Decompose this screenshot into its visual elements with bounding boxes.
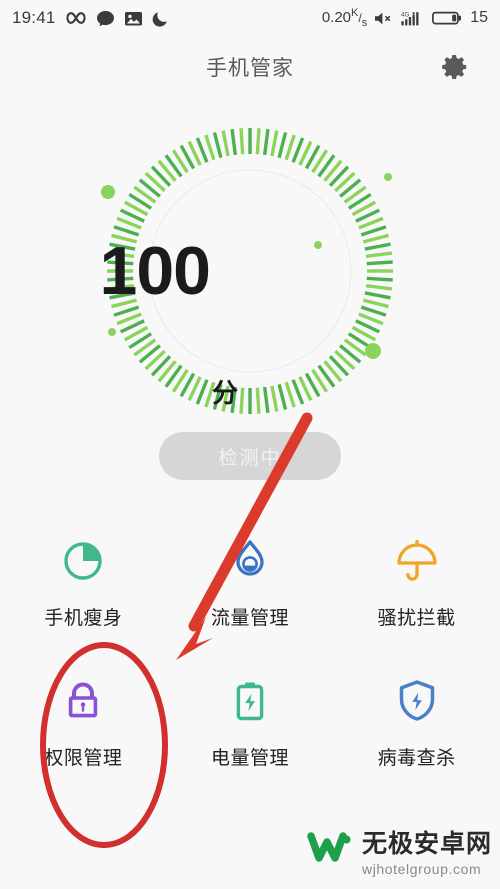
feature-tile-phone-slimming[interactable]: 手机瘦身 [0,535,167,630]
battery-icon [432,10,462,26]
chat-bubble-icon [96,10,115,27]
feature-tile-harassment-block[interactable]: 骚扰拦截 [333,535,500,630]
scan-button-label: 检测中 [218,447,282,469]
image-icon [124,10,143,27]
page-title: 手机管家 [206,57,294,80]
network-speed-unit-bottom: s [361,17,368,29]
feature-grid: 手机瘦身 流量管理 骚扰拦截 权限管理 电量管理 病毒查杀 [0,535,500,770]
status-bar-left: 19:41 [12,8,169,28]
gear-icon[interactable] [438,50,472,84]
decorative-dot [384,173,392,181]
feature-tile-battery-management[interactable]: 电量管理 [167,675,334,770]
signal-4g-icon: 4G [401,10,425,26]
status-time: 19:41 [12,8,56,27]
moon-icon [152,10,169,27]
feature-label: 流量管理 [210,608,289,629]
feature-tile-virus-scan[interactable]: 病毒查杀 [333,675,500,770]
svg-text:4G: 4G [401,11,409,18]
shield-bolt-icon [392,675,442,727]
watermark: 无极安卓网 wjhotelgroup.com [306,824,492,877]
score-gauge-section: 100 分 [0,126,500,416]
feature-label: 骚扰拦截 [377,608,456,629]
infinity-icon [65,10,87,26]
scan-button[interactable]: 检测中 [159,432,341,480]
feature-label: 病毒查杀 [377,748,456,769]
umbrella-icon [392,535,442,587]
water-drop-icon [225,535,275,587]
pie-chart-icon [58,535,108,587]
status-bar: 19:41 0.20K/s 4G 15 [0,0,500,36]
feature-tile-data-management[interactable]: 流量管理 [167,535,334,630]
decorative-dot [365,343,381,359]
phone-screen: 19:41 0.20K/s 4G 15 手机管家 100 分 检测中 手机瘦身 … [0,0,500,889]
decorative-dot [108,328,116,336]
feature-label: 权限管理 [44,748,123,769]
feature-label: 电量管理 [210,748,289,769]
w-logo-icon [306,828,352,873]
speaker-mute-icon [374,11,394,26]
watermark-brand: 无极安卓网 [361,830,492,858]
decorative-dot [101,185,115,199]
feature-label: 手机瘦身 [44,608,123,629]
lock-icon [58,675,108,727]
watermark-url: wjhotelgroup.com [361,861,482,877]
score-value: 100 [99,233,211,309]
app-header: 手机管家 [0,36,500,98]
feature-tile-permission-management[interactable]: 权限管理 [0,675,167,770]
score-unit: 分 [211,378,238,408]
score-display: 100 分 [0,126,290,416]
decorative-dot [314,241,322,249]
watermark-text: 无极安卓网 wjhotelgroup.com [362,824,492,877]
battery-bolt-icon [225,675,275,727]
network-speed: 0.20K/s [321,7,368,29]
battery-level: 15 [470,9,488,26]
status-bar-right: 0.20K/s 4G 15 [322,7,488,29]
network-speed-value: 0.20 [321,9,352,26]
